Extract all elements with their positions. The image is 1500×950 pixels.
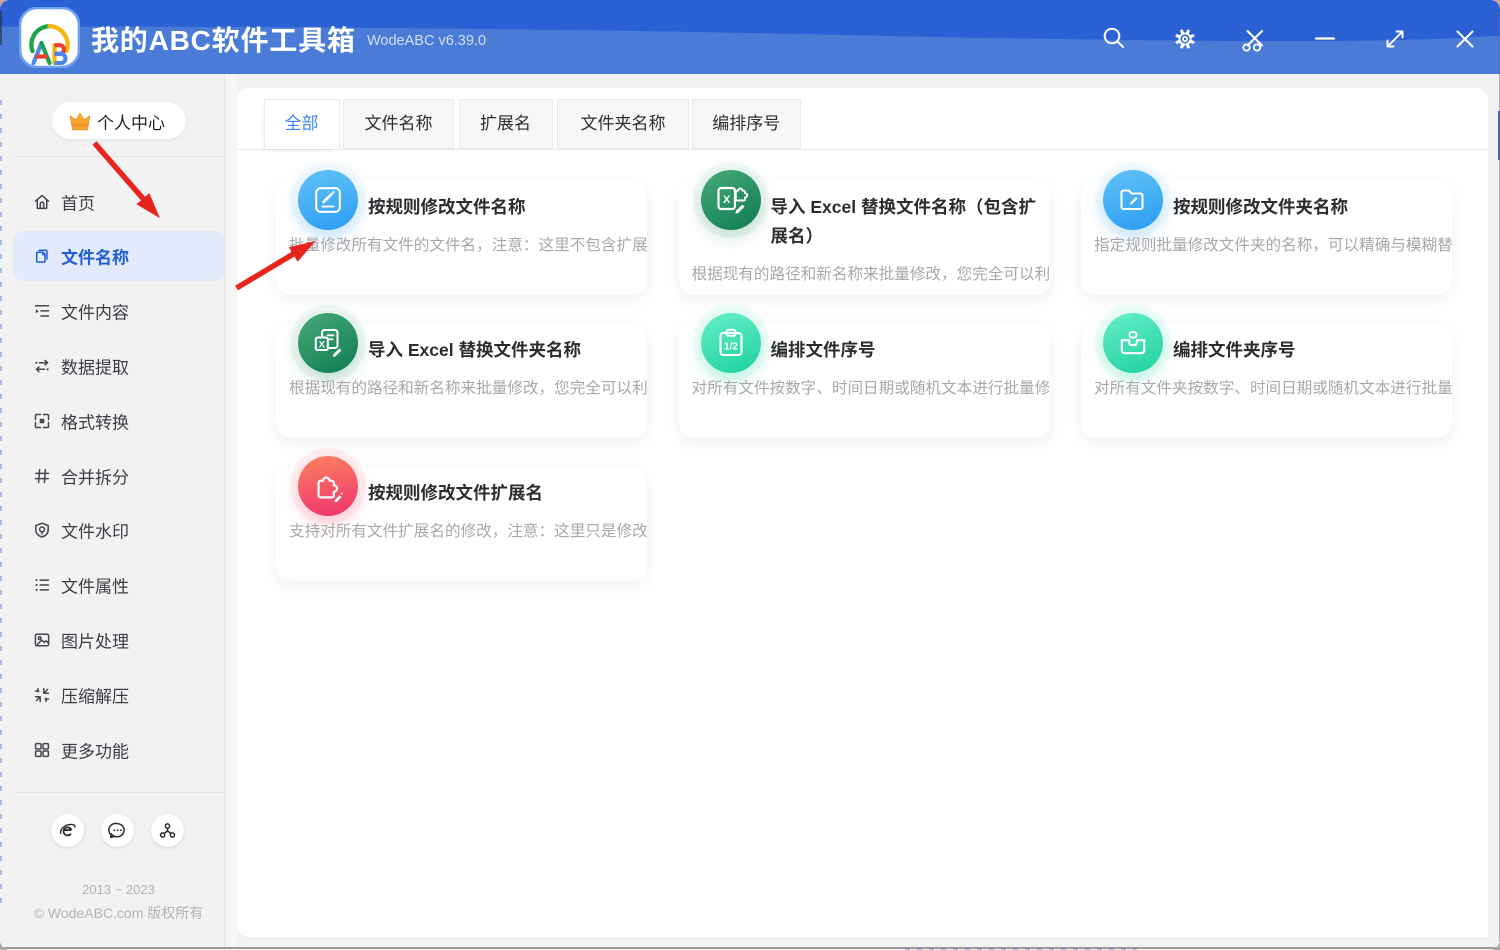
svg-text:X: X: [319, 339, 326, 350]
svg-text:1/2: 1/2: [724, 342, 738, 353]
svg-text:X: X: [723, 194, 731, 206]
